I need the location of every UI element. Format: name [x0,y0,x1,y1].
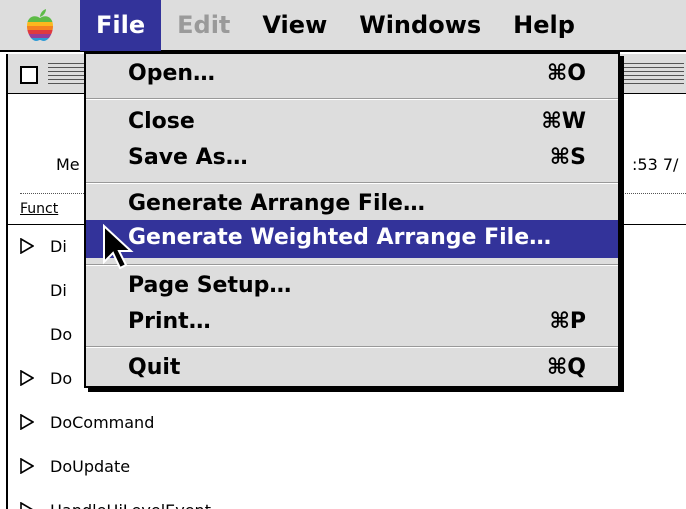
menu-item-shortcut: ⌘O [546,61,586,86]
column-header-function[interactable]: Funct [20,201,58,217]
list-item-label: Di [50,280,67,300]
menu-item-label: Open… [128,61,216,86]
list-item-label: Di [50,236,67,256]
list-item-label: Do [50,324,73,344]
menu-item-label: Close [128,109,195,134]
menu-item-label: Print… [128,309,211,334]
menu-file[interactable]: File [80,0,162,51]
menu-item-open[interactable]: Open… ⌘O [86,56,618,94]
list-item[interactable]: HandleHiLevelEvent [20,490,211,509]
list-item[interactable]: DoCommand [20,402,154,442]
disclosure-triangle-icon[interactable] [20,238,50,254]
menu-item-label: Generate Weighted Arrange File… [128,225,552,250]
menu-item-quit[interactable]: Quit ⌘Q [86,350,618,388]
menu-view[interactable]: View [246,0,343,51]
list-item[interactable]: Di [20,270,67,310]
menu-separator [86,182,618,184]
list-item[interactable]: Di [20,226,67,266]
close-box-icon[interactable] [20,66,38,84]
disclosure-triangle-icon[interactable] [20,370,50,386]
menu-item-page-setup[interactable]: Page Setup… [86,268,618,306]
menu-item-label: Page Setup… [128,273,292,298]
menu-separator [86,264,618,266]
apple-menu[interactable] [0,0,80,51]
menu-bar: File Edit View Windows Help [0,0,686,52]
menu-separator [86,346,618,348]
disclosure-triangle-icon[interactable] [20,458,50,474]
menu-item-shortcut: ⌘W [541,109,586,134]
menu-item-label: Generate Arrange File… [128,191,425,216]
disclosure-triangle-icon[interactable] [20,414,50,430]
menu-item-print[interactable]: Print… ⌘P [86,304,618,342]
menu-item-shortcut: ⌘P [549,309,586,334]
menu-windows[interactable]: Windows [343,0,497,51]
menu-item-shortcut: ⌘Q [546,355,586,380]
list-item-label: DoUpdate [50,456,131,476]
menu-item-generate-arrange-file[interactable]: Generate Arrange File… [86,186,618,224]
header-right-text: :53 7/ [632,155,679,174]
menu-help[interactable]: Help [497,0,591,51]
menu-item-generate-weighted-arrange-file[interactable]: Generate Weighted Arrange File… [86,220,618,258]
menu-item-label: Quit [128,355,181,380]
apple-logo-icon [27,9,53,41]
menu-item-shortcut: ⌘S [549,145,586,170]
disclosure-triangle-icon[interactable] [20,502,50,509]
header-left-text: Me [56,155,80,174]
menu-separator [86,98,618,100]
list-item-label: Do [50,368,73,388]
menu-item-label: Save As… [128,145,248,170]
file-menu-dropdown: Open… ⌘O Close ⌘W Save As… ⌘S Generate A… [84,52,620,388]
list-item[interactable]: Do [20,358,72,398]
menu-item-close[interactable]: Close ⌘W [86,104,618,142]
menu-edit[interactable]: Edit [161,0,246,51]
list-item-label: DoCommand [50,412,155,432]
list-item[interactable]: DoUpdate [20,446,130,486]
menu-item-save-as[interactable]: Save As… ⌘S [86,140,618,178]
list-item[interactable]: Do [20,314,72,354]
list-item-label: HandleHiLevelEvent [50,501,211,509]
arrow-cursor-icon [103,224,134,270]
